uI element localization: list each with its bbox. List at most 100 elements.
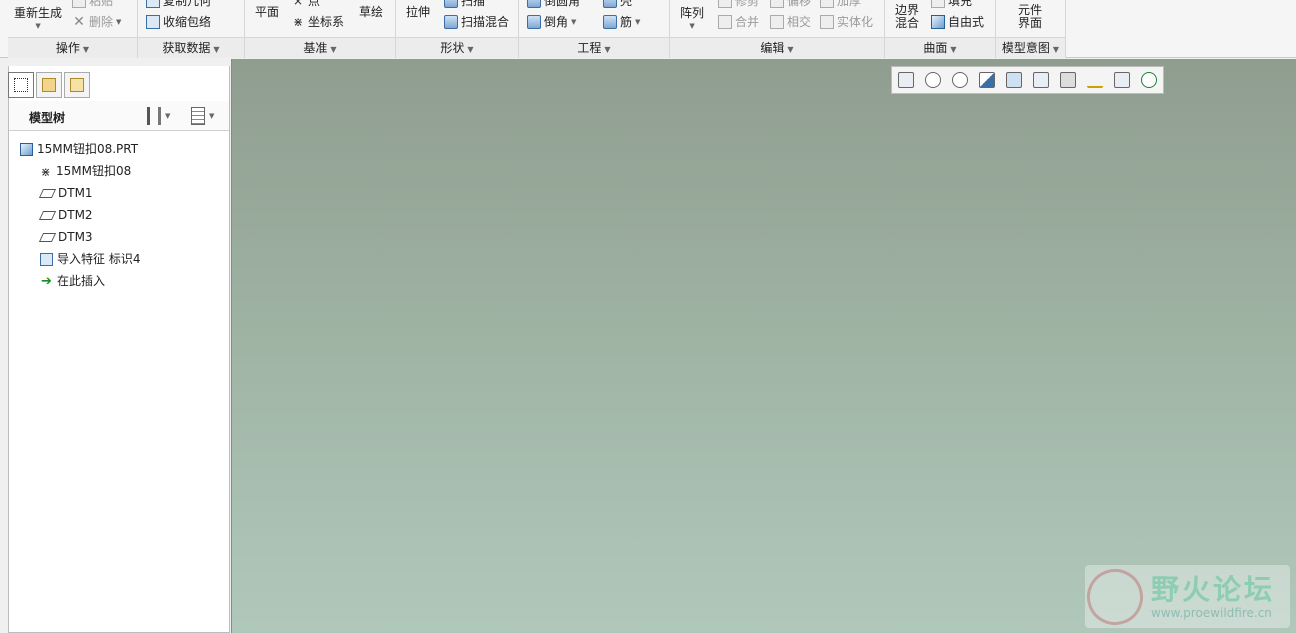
group-title: 工程 <box>577 41 602 55</box>
tree-node-dtm2[interactable]: DTM2 <box>9 204 227 226</box>
spin-center-button[interactable] <box>1138 69 1160 91</box>
paste-button[interactable]: 粘贴 <box>72 0 113 8</box>
csys-label: 坐标系 <box>308 15 345 29</box>
plane-button[interactable]: 平面 <box>255 6 279 19</box>
group-get-data: 复制几何 收缩包络 获取数据 ▼ <box>138 0 245 58</box>
model-tree-title: 模型树 <box>29 111 66 125</box>
layers-icon <box>42 78 56 92</box>
model-tree-tab[interactable] <box>8 72 34 98</box>
group-label-shapes[interactable]: 形状 ▼ <box>396 37 518 58</box>
chevron-down-icon: ▼ <box>950 45 957 54</box>
tree-filter-button[interactable]: ▼ <box>191 106 214 126</box>
extrude-button[interactable]: 拉伸 <box>406 6 430 19</box>
model-tree-header: 模型树 ▼ ▼ <box>9 101 229 131</box>
point-label: 点 <box>308 0 321 8</box>
rib-button[interactable]: 筋 ▼ <box>603 15 640 29</box>
rib-label: 筋 <box>620 15 633 29</box>
tree-node-csys[interactable]: ⋇ 15MM钮扣08 <box>9 160 227 182</box>
group-label-operations[interactable]: 操作 ▼ <box>8 37 137 58</box>
swept-blend-button[interactable]: 扫描混合 <box>444 15 509 29</box>
graphics-viewport[interactable] <box>231 59 1296 633</box>
trim-button[interactable]: 修剪 <box>718 0 759 8</box>
thicken-label: 加厚 <box>837 0 862 8</box>
saved-orientations-icon <box>1033 72 1049 88</box>
offset-button[interactable]: 偏移 <box>770 0 811 8</box>
tree-node-label: DTM2 <box>58 208 93 222</box>
refit-button[interactable] <box>895 69 917 91</box>
annotation-display-button[interactable] <box>1111 69 1133 91</box>
datum-display-button[interactable] <box>1084 69 1106 91</box>
point-icon: × <box>292 0 304 8</box>
regenerate-button[interactable]: 重新生成 ▼ <box>14 7 62 33</box>
thicken-button[interactable]: 加厚 <box>820 0 861 8</box>
offset-icon <box>770 0 784 8</box>
sketch-button[interactable]: 草绘 <box>359 6 383 19</box>
sketch-label: 草绘 <box>359 5 384 19</box>
repaint-button[interactable] <box>976 69 998 91</box>
group-title: 曲面 <box>923 41 948 55</box>
intersect-button[interactable]: 相交 <box>770 15 811 29</box>
freestyle-button[interactable]: 自由式 <box>931 15 984 29</box>
fill-button[interactable]: 填充 <box>931 0 972 8</box>
chamfer-button[interactable]: 倒角 ▼ <box>527 15 576 29</box>
tree-node-part[interactable]: 15MM钮扣08.PRT <box>9 138 227 160</box>
intersect-icon <box>770 15 784 29</box>
solidify-button[interactable]: 实体化 <box>820 15 873 29</box>
pattern-button[interactable]: 阵列 ▼ <box>680 7 704 33</box>
zoom-in-button[interactable] <box>922 69 944 91</box>
round-button[interactable]: 倒圆角 <box>527 0 580 8</box>
view-manager-icon <box>1060 72 1076 88</box>
layers-tab[interactable] <box>36 72 62 98</box>
sweep-icon <box>444 0 458 8</box>
boundary-blend-button[interactable]: 边界混合 <box>895 4 919 30</box>
regenerate-label: 重新生成 <box>14 6 63 20</box>
thicken-icon <box>820 0 834 8</box>
group-label-model-intent[interactable]: 模型意图 ▼ <box>996 37 1065 58</box>
tree-node-dtm1[interactable]: DTM1 <box>9 182 227 204</box>
group-label-surfaces[interactable]: 曲面 ▼ <box>885 37 995 58</box>
paste-label: 粘贴 <box>89 0 114 8</box>
solidify-icon <box>820 15 834 29</box>
chevron-down-icon: ▼ <box>35 22 41 30</box>
display-style-button[interactable] <box>1003 69 1025 91</box>
favorites-tab[interactable] <box>64 72 90 98</box>
shell-icon <box>603 0 617 8</box>
favorites-icon <box>70 78 84 92</box>
group-label-editing[interactable]: 编辑 ▼ <box>670 37 884 58</box>
view-manager-button[interactable] <box>1057 69 1079 91</box>
saved-orientations-button[interactable] <box>1030 69 1052 91</box>
freestyle-icon <box>931 15 945 29</box>
csys-button[interactable]: ⋇ 坐标系 <box>291 15 344 29</box>
model-tree: 15MM钮扣08.PRT ⋇ 15MM钮扣08 DTM1 DTM2 DTM3 导… <box>9 138 227 292</box>
chevron-down-icon: ▼ <box>635 18 641 26</box>
group-title: 获取数据 <box>162 41 211 55</box>
tree-node-insert-here[interactable]: ➔ 在此插入 <box>9 270 227 292</box>
group-label-datum[interactable]: 基准 ▼ <box>245 37 395 58</box>
tree-node-label: DTM1 <box>58 186 93 200</box>
tree-node-import-feature[interactable]: 导入特征 标识4 <box>9 248 227 270</box>
watermark-text: 野火论坛 www.proewildfire.cn <box>1151 573 1275 620</box>
chevron-down-icon: ▼ <box>787 45 794 54</box>
merge-button[interactable]: 合并 <box>718 15 759 29</box>
tree-node-dtm3[interactable]: DTM3 <box>9 226 227 248</box>
group-label-get-data[interactable]: 获取数据 ▼ <box>138 37 244 58</box>
point-button[interactable]: × 点 <box>291 0 320 8</box>
sweep-button[interactable]: 扫描 <box>444 0 485 8</box>
zoom-out-button[interactable] <box>949 69 971 91</box>
component-interface-button[interactable]: 元件界面 <box>1017 4 1043 30</box>
watermark-url: www.proewildfire.cn <box>1151 605 1272 620</box>
delete-button[interactable]: ✕ 删除 ▼ <box>72 15 121 29</box>
group-label-engineering[interactable]: 工程 ▼ <box>519 37 669 58</box>
merge-icon <box>718 15 732 29</box>
shrinkwrap-button[interactable]: 收缩包络 <box>146 15 211 29</box>
chevron-down-icon: ▼ <box>689 22 695 30</box>
sweep-label: 扫描 <box>461 0 486 8</box>
group-surfaces: 边界混合 填充 自由式 曲面 ▼ <box>885 0 996 58</box>
tree-settings-button[interactable]: ▼ <box>147 106 170 126</box>
import-feature-icon <box>40 252 53 266</box>
chevron-down-icon: ▼ <box>467 45 474 54</box>
chevron-down-icon: ▼ <box>165 112 171 120</box>
refit-icon <box>898 72 914 88</box>
shell-button[interactable]: 壳 <box>603 0 632 8</box>
copy-geometry-button[interactable]: 复制几何 <box>146 0 211 8</box>
